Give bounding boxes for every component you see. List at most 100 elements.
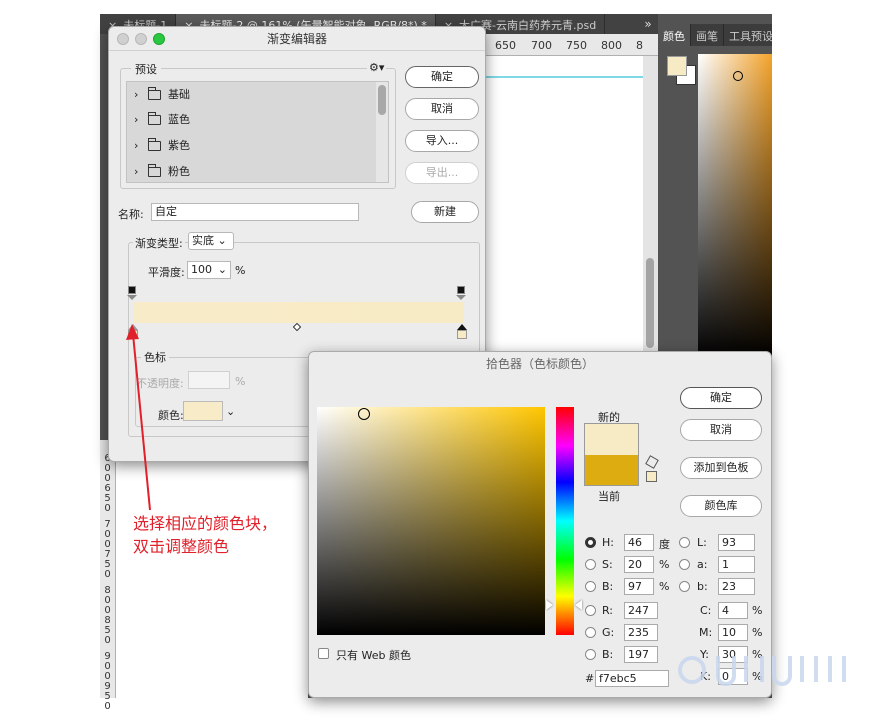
brightness-field[interactable]: 97 (624, 578, 654, 595)
preset-folder[interactable]: › 紫色 (127, 133, 375, 158)
green-field[interactable]: 235 (624, 624, 658, 641)
color-panel-field[interactable] (698, 54, 772, 359)
new-color-swatch (584, 423, 639, 455)
percent-label: % (752, 626, 763, 639)
cancel-button[interactable]: 取消 (680, 419, 762, 441)
annotation-text: 选择相应的颜色块， 双击调整颜色 (133, 514, 278, 556)
hex-field[interactable]: f7ebc5 (595, 670, 669, 687)
presets-list[interactable]: › 基础 › 蓝色 › 紫色 › 粉色 (126, 81, 389, 183)
c-label: C: (700, 604, 712, 617)
close-window-icon[interactable] (117, 33, 129, 45)
import-button[interactable]: 导入... (405, 130, 479, 152)
color-field[interactable] (317, 407, 545, 635)
ok-button[interactable]: 确定 (405, 66, 479, 88)
saturation-radio[interactable] (585, 559, 596, 570)
color-field-cursor[interactable] (358, 408, 370, 420)
gear-icon[interactable]: ⚙▾ (367, 61, 387, 74)
tab-overflow-icon[interactable]: » (638, 14, 658, 34)
minimize-window-icon[interactable] (135, 33, 147, 45)
name-label: 名称: (118, 208, 144, 221)
color-label: 颜色: (158, 409, 184, 422)
a-radio[interactable] (679, 559, 690, 570)
b-label: B: (602, 648, 614, 661)
foreground-color-swatch[interactable] (667, 56, 687, 76)
opacity-stop-pointer (127, 295, 137, 300)
opacity-stop-left[interactable] (128, 286, 136, 294)
folder-icon (148, 164, 161, 177)
document-canvas[interactable] (486, 56, 643, 356)
presets-label: 预设 (131, 61, 161, 77)
stop-color-swatch[interactable] (183, 401, 223, 421)
g-label: G: (602, 626, 615, 639)
cancel-button[interactable]: 取消 (405, 98, 479, 120)
opacity-field[interactable] (188, 371, 230, 389)
hue-field[interactable]: 46 (624, 534, 654, 551)
smoothness-field[interactable]: 100 ⌄ (187, 261, 231, 279)
folder-icon (148, 112, 161, 125)
ruler-label: 0 (104, 635, 111, 646)
new-button[interactable]: 新建 (411, 201, 479, 223)
red-field[interactable]: 247 (624, 602, 658, 619)
hex-label: # (585, 672, 595, 685)
a-field[interactable]: 1 (718, 556, 755, 573)
s-label: S: (602, 558, 613, 571)
web-only-label: 只有 Web 颜色 (336, 649, 411, 662)
ruler-label: 650 (495, 39, 516, 52)
brightness-radio[interactable] (585, 581, 596, 592)
hue-slider-handle-right[interactable] (575, 600, 582, 610)
folder-icon (148, 138, 161, 151)
green-radio[interactable] (585, 627, 596, 638)
export-button[interactable]: 导出... (405, 162, 479, 184)
color-picker-dialog: 拾色器（色标颜色） 新的 当前 确定 取消 添加到色板 颜色库 H: 46 度 … (308, 351, 772, 698)
hue-slider[interactable] (556, 407, 574, 635)
opacity-stop-right[interactable] (457, 286, 465, 294)
hue-radio[interactable] (585, 537, 596, 548)
zoom-window-icon[interactable] (153, 33, 165, 45)
web-safe-swatch[interactable] (646, 471, 657, 482)
hue-slider-handle-left[interactable] (546, 600, 553, 610)
blue-field[interactable]: 197 (624, 646, 658, 663)
blue-radio[interactable] (585, 649, 596, 660)
gradient-type-label: 渐变类型: (133, 235, 185, 251)
l-field[interactable]: 93 (718, 534, 755, 551)
percent-label: % (235, 264, 246, 277)
scrollbar-thumb[interactable] (646, 258, 654, 348)
cyan-field[interactable]: 4 (718, 602, 748, 619)
preset-folder[interactable]: › 基础 (127, 82, 375, 107)
ruler-label: 0 (104, 503, 111, 514)
tab-color[interactable]: 颜色 (658, 24, 691, 46)
ruler-label: 800 (601, 39, 622, 52)
gradient-type-select[interactable]: 实底 ⌄ (188, 232, 234, 250)
web-only-checkbox[interactable] (318, 648, 329, 659)
current-color-swatch[interactable] (584, 455, 639, 486)
scrollbar-thumb[interactable] (378, 85, 386, 115)
h-label: H: (602, 536, 614, 549)
ruler-vertical: 6 0 0 6 5 0 7 0 0 7 5 0 8 0 0 8 5 0 9 0 … (100, 440, 116, 712)
tab-tool-presets[interactable]: 工具预设 (724, 24, 772, 46)
ok-button[interactable]: 确定 (680, 387, 762, 409)
color-panel-cursor[interactable] (733, 71, 743, 81)
color-stop-right[interactable] (457, 330, 467, 339)
percent-label: % (659, 558, 670, 571)
b-lab-field[interactable]: 23 (718, 578, 755, 595)
chevron-down-icon[interactable]: ⌄ (226, 405, 235, 418)
color-libraries-button[interactable]: 颜色库 (680, 495, 762, 517)
preset-folder[interactable]: › 粉色 (127, 159, 375, 182)
add-to-swatches-button[interactable]: 添加到色板 (680, 457, 762, 479)
guide-line (486, 76, 643, 78)
magenta-field[interactable]: 10 (718, 624, 748, 641)
ruler-label: 750 (566, 39, 587, 52)
b-lab-radio[interactable] (679, 581, 690, 592)
saturation-field[interactable]: 20 (624, 556, 654, 573)
tab-brush[interactable]: 画笔 (691, 24, 724, 46)
percent-label: % (752, 604, 763, 617)
preset-folder[interactable]: › 蓝色 (127, 107, 375, 132)
red-radio[interactable] (585, 605, 596, 616)
r-label: R: (602, 604, 614, 617)
ruler-label: 0 (104, 701, 111, 712)
name-field[interactable]: 自定 (151, 203, 359, 221)
cube-warning-icon[interactable] (645, 455, 659, 469)
l-radio[interactable] (679, 537, 690, 548)
chevron-right-icon: › (134, 113, 139, 126)
gradient-bar[interactable] (133, 302, 464, 323)
